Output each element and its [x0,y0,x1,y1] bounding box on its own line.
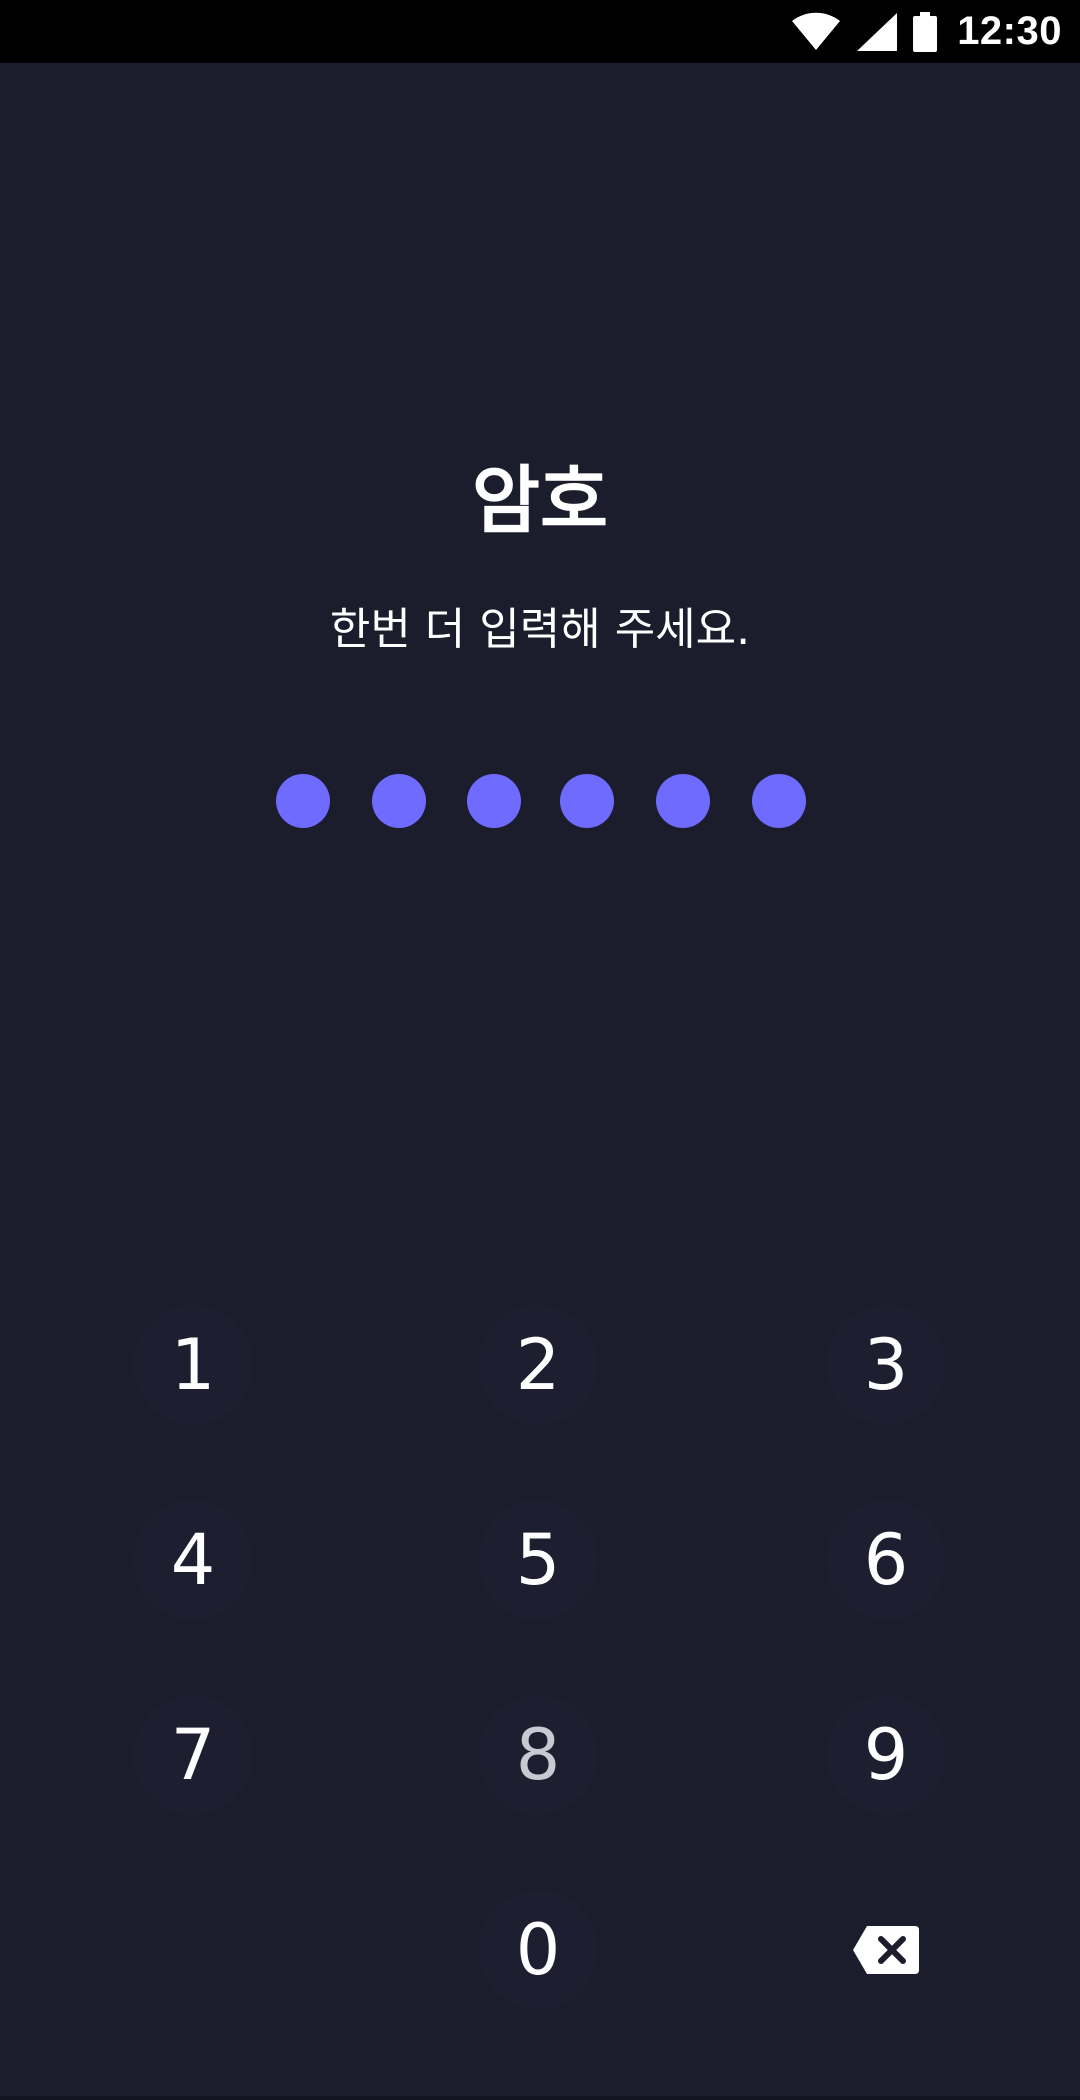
key-4[interactable]: 4 [133,1500,253,1620]
pin-dot [372,774,426,828]
pin-dot [276,774,330,828]
status-icons: 12:30 [791,0,1062,63]
number-keypad: 1 2 3 4 5 6 7 8 9 0 [0,0,1080,2100]
key-7[interactable]: 7 [133,1695,253,1815]
key-1[interactable]: 1 [133,1305,253,1425]
status-bar: 12:30 [0,0,1080,63]
battery-icon [913,11,938,52]
pin-dot [467,774,521,828]
key-8[interactable]: 8 [478,1695,598,1815]
key-5[interactable]: 5 [478,1500,598,1620]
pin-dot [752,774,806,828]
pin-dot [656,774,710,828]
pin-dot [560,774,614,828]
status-time: 12:30 [957,9,1062,53]
cellular-signal-icon [855,11,899,53]
key-6[interactable]: 6 [826,1500,946,1620]
passcode-screen: 12:30 암호 한번 더 입력해 주세요. 1 2 3 4 5 6 7 8 9… [0,0,1080,2100]
key-2[interactable]: 2 [478,1305,598,1425]
pin-indicator [0,774,1080,828]
bottom-edge [0,2096,1080,2100]
key-0[interactable]: 0 [478,1890,598,2010]
backspace-icon [853,1909,919,1991]
instruction-text: 한번 더 입력해 주세요. [329,604,751,655]
page-title: 암호 [471,458,609,544]
wifi-icon [791,12,841,52]
key-9[interactable]: 9 [826,1695,946,1815]
key-3[interactable]: 3 [826,1305,946,1425]
backspace-button[interactable] [826,1890,946,2010]
